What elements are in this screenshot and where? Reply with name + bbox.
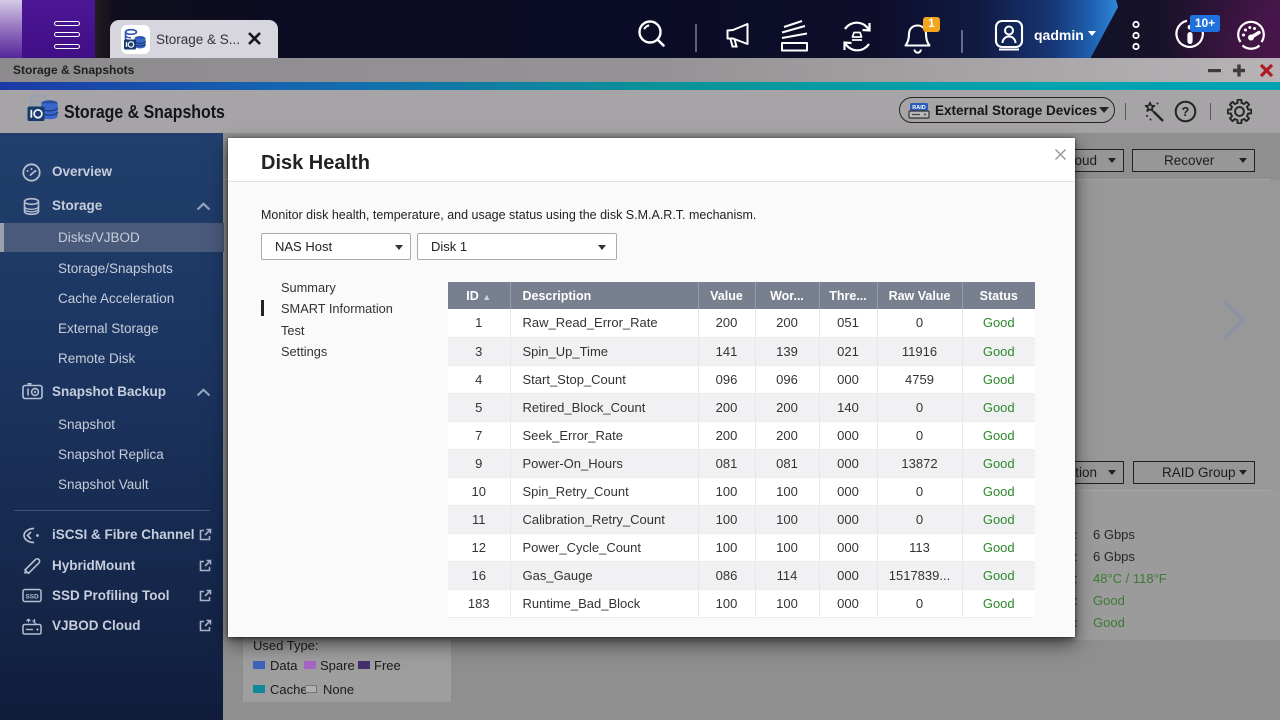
svg-text:?: ? (1182, 105, 1190, 119)
svg-text:SSD: SSD (25, 594, 39, 601)
svg-text:RAID: RAID (912, 105, 925, 111)
